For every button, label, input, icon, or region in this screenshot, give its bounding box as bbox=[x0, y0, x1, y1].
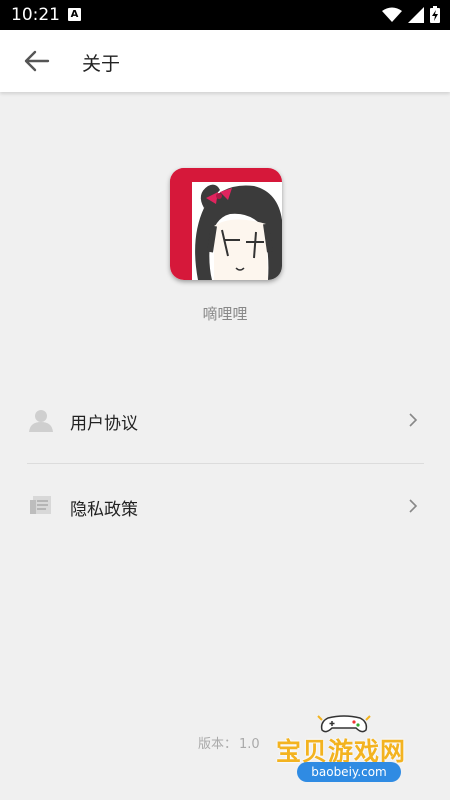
chevron-right-icon bbox=[409, 413, 418, 427]
version-value: 1.0 bbox=[239, 737, 260, 752]
signal-icon bbox=[408, 6, 424, 23]
battery-charging-icon bbox=[430, 6, 440, 23]
user-agreement-row[interactable]: 用户协议 bbox=[0, 390, 450, 450]
user-agreement-label: 用户协议 bbox=[70, 414, 138, 434]
back-button[interactable] bbox=[22, 48, 52, 74]
gamepad-icon bbox=[317, 715, 371, 733]
document-icon bbox=[30, 496, 51, 514]
app-bar: 关于 bbox=[0, 30, 450, 92]
privacy-policy-row[interactable]: 隐私政策 bbox=[0, 476, 450, 536]
user-icon bbox=[29, 410, 53, 432]
watermark: 宝贝游戏网 baobeiy.com bbox=[276, 712, 436, 797]
app-name: 嘀哩哩 bbox=[202, 305, 248, 323]
notification-icon: A bbox=[68, 8, 81, 21]
wifi-icon bbox=[382, 7, 402, 22]
watermark-url: baobeiy.com bbox=[297, 762, 401, 782]
chevron-right-icon bbox=[409, 499, 418, 513]
version-text: 版本： 1.0 bbox=[196, 733, 260, 752]
status-icons bbox=[382, 6, 440, 23]
status-time: 10:21 bbox=[11, 5, 60, 25]
divider bbox=[27, 463, 424, 464]
status-bar: 10:21 A bbox=[0, 0, 450, 30]
app-logo bbox=[170, 168, 282, 280]
page-title: 关于 bbox=[82, 53, 121, 75]
version-label: 版本： bbox=[198, 737, 238, 752]
anime-girl-logo-image bbox=[170, 168, 282, 280]
privacy-policy-label: 隐私政策 bbox=[70, 500, 138, 520]
arrow-left-icon bbox=[24, 50, 50, 72]
